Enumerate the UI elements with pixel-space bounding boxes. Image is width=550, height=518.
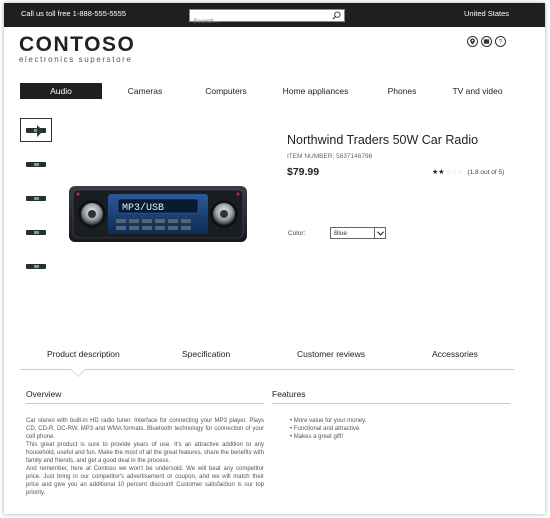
features-heading: Features (272, 389, 510, 404)
active-tab-indicator-inner (71, 369, 85, 376)
chevron-down-icon[interactable] (374, 228, 385, 238)
logo[interactable]: CONTOSO electronics superstore (19, 34, 135, 64)
search-box[interactable] (189, 9, 345, 27)
color-select[interactable]: Blue (330, 227, 386, 239)
tab-divider (20, 369, 514, 370)
search-icon[interactable] (332, 11, 341, 20)
color-selector-row: Color: Blue (288, 227, 386, 239)
product-tabs: Product description Specification Custom… (4, 349, 524, 369)
thumbnail-image (26, 195, 46, 201)
nav-item-home-appliances[interactable]: Home appliances (264, 83, 367, 99)
thumbnail-2[interactable] (20, 152, 52, 176)
overview-paragraph: This great product is sure to provide ye… (26, 442, 264, 464)
feature-item: Makes a great gift! (290, 433, 510, 441)
overview-body: Car stereo with built-in HD radio tuner.… (26, 417, 264, 497)
color-label: Color: (288, 229, 306, 237)
selected-thumbnail-arrow (37, 125, 43, 137)
nav-item-audio[interactable]: Audio (20, 83, 102, 99)
toll-free-phone: Call us toll free 1-888-555-5555 (21, 9, 127, 18)
thumbnail-5[interactable] (20, 254, 52, 278)
rating[interactable]: ★ ★ ☆ ☆ ☆ (1.8 out of 5) (432, 169, 504, 176)
star-icon: ☆ (457, 169, 464, 176)
cart-icon[interactable] (481, 36, 492, 47)
nav-item-computers[interactable]: Computers (188, 83, 264, 99)
thumbnail-image (26, 229, 46, 235)
product-title: Northwind Traders 50W Car Radio (287, 133, 479, 147)
overview-paragraph: Car stereo with built-in HD radio tuner.… (26, 418, 264, 440)
thumbnail-image (26, 161, 46, 167)
country-selector[interactable]: United States (464, 9, 509, 18)
rating-text: (1.8 out of 5) (467, 169, 505, 176)
logo-brand: CONTOSO (19, 33, 136, 56)
item-number: ITEM NUMBER: 5837146798 (287, 153, 373, 160)
tab-product-description[interactable]: Product description (47, 349, 120, 359)
thumbnail-1[interactable] (20, 118, 52, 142)
tab-specification[interactable]: Specification (182, 349, 230, 359)
header-icons: ? (467, 36, 506, 47)
svg-text:?: ? (499, 39, 503, 45)
product-image: MP3/USB (69, 186, 247, 242)
logo-tagline: electronics superstore (19, 55, 133, 64)
nav-item-tv-and-video[interactable]: TV and video (437, 83, 518, 99)
features-list: More value for your money. Functional an… (272, 417, 510, 441)
overview-heading: Overview (26, 389, 264, 404)
location-icon[interactable] (467, 36, 478, 47)
features-section: Features More value for your money. Func… (272, 389, 510, 441)
thumbnail-image (26, 127, 46, 133)
feature-item: Functional and attractive. (290, 425, 510, 433)
page-frame: Call us toll free 1-888-555-5555 United … (4, 3, 545, 514)
overview-paragraph: And remember, here at Contoso we won't b… (26, 466, 264, 496)
thumbnail-image (26, 263, 46, 269)
thumbnail-3[interactable] (20, 186, 52, 210)
nav-item-phones[interactable]: Phones (367, 83, 437, 99)
overview-section: Overview Car stereo with built-in HD rad… (26, 389, 264, 497)
tab-customer-reviews[interactable]: Customer reviews (297, 349, 365, 359)
thumbnail-4[interactable] (20, 220, 52, 244)
feature-item: More value for your money. (290, 417, 510, 425)
top-bar: Call us toll free 1-888-555-5555 United … (4, 3, 545, 27)
category-nav: Audio Cameras Computers Home appliances … (20, 83, 518, 99)
help-icon[interactable]: ? (495, 36, 506, 47)
search-input[interactable] (190, 16, 328, 27)
nav-item-cameras[interactable]: Cameras (102, 83, 188, 99)
tab-accessories[interactable]: Accessories (432, 349, 478, 359)
color-select-value: Blue (334, 229, 348, 237)
radio-display-text: MP3/USB (122, 202, 164, 214)
